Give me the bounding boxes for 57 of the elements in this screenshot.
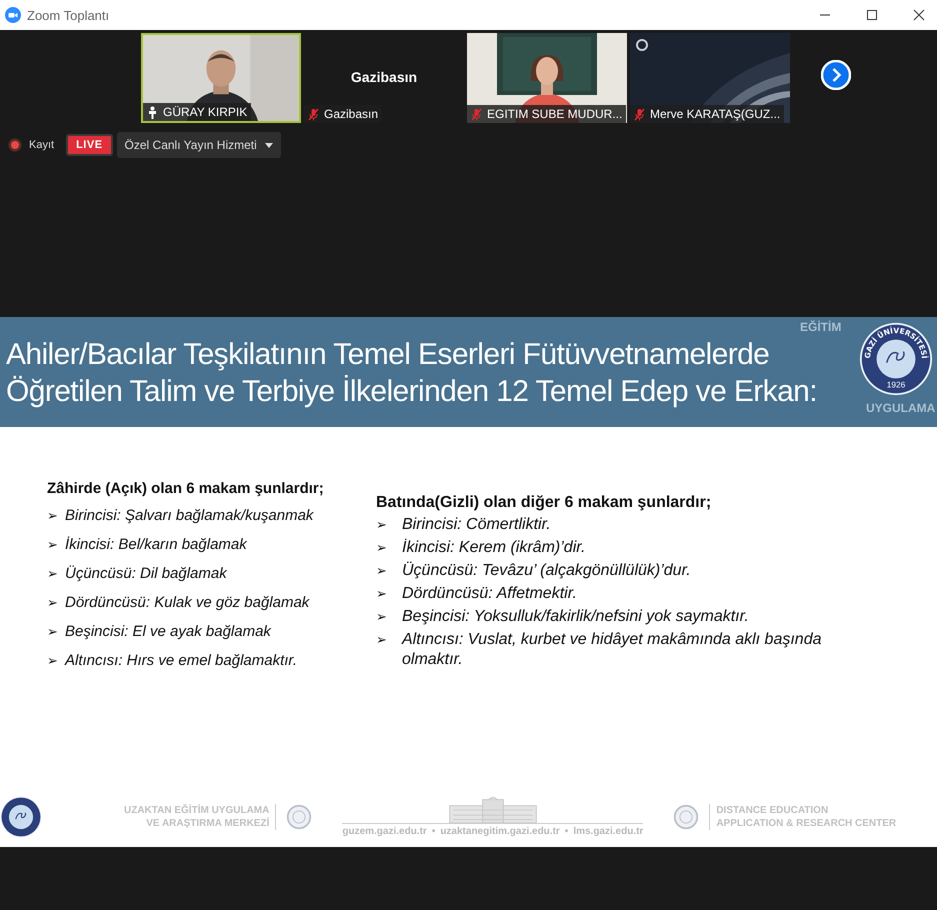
list-item-text: İkincisi: Bel/karın bağlamak — [65, 535, 247, 555]
background-word: UYGULAMA — [866, 401, 936, 415]
participant-tile[interactable]: EGITIM SUBE MUDUR... — [467, 33, 627, 123]
column-heading: Batında(Gizli) olan diğer 6 makam şunlardır; — [376, 494, 712, 512]
participant-display-name: Gazibasın — [350, 69, 418, 85]
bullet-arrow: ➢ — [47, 507, 59, 525]
separator-dot: • — [432, 826, 436, 837]
list-item-text: İkincisi: Kerem (ikrâm)’dir. — [402, 538, 586, 558]
pin-icon — [147, 106, 158, 118]
center-name-turkish: UZAKTAN EĞİTİM UYGULAMA VE ARAŞTIRMA MERKEZİ — [124, 804, 276, 830]
list-item-text: Altıncısı: Hırs ve emel bağlamaktır. — [65, 651, 298, 671]
bullet-arrow: ➢ — [376, 585, 388, 603]
list-item-text: Altıncısı: Vuslat, kurbet ve hidâyet makâmında aklı başında olmaktır. — [402, 630, 822, 670]
logo-icon — [673, 804, 700, 830]
list-item-text: Üçüncüsü: Tevâzu’ (alçakgönüllülük)’dur. — [402, 561, 691, 581]
list-item-text: Üçüncüsü: Dil bağlamak — [65, 564, 227, 584]
list-item-text: Dördüncüsü: Affetmektir. — [402, 584, 577, 604]
next-page-button[interactable] — [821, 60, 851, 90]
maximize-icon[interactable] — [866, 9, 878, 21]
list-item-text: Beşincisi: Yoksulluk/fakirlik/nefsini yok saymaktır. — [402, 607, 749, 627]
participant-name-tag: EGITIM SUBE MUDUR... — [467, 105, 626, 123]
center-name-english: DISTANCE EDUCATION APPLICATION & RESEARCH CENTER — [709, 804, 896, 830]
bullet-arrow: ➢ — [376, 631, 388, 649]
participant-tile[interactable]: Merve KARATAŞ(GUZ... — [630, 33, 790, 123]
window-title: Zoom Toplantı — [27, 8, 110, 22]
participant-tile[interactable]: GÜRAY KIRPIK — [141, 33, 301, 123]
muted-microphone-icon — [634, 108, 645, 120]
background-word: EĞİTİM — [800, 320, 842, 334]
slide-title: Ahiler/Bacılar Teşkilatının Temel Eserleri Fütüvvetnamelerde Öğretilen Talim ve Terbiye İlkelerinden 12 Temel Edep ve Erkan: — [5, 337, 817, 410]
list-item-text: Beşincisi: El ve ayak bağlamak — [65, 622, 271, 642]
muted-microphone-icon — [308, 108, 319, 120]
bullet-arrow: ➢ — [47, 623, 59, 641]
close-icon[interactable] — [913, 9, 925, 21]
university-seal — [0, 796, 42, 838]
bullet-arrow: ➢ — [376, 516, 388, 534]
muted-microphone-icon — [471, 108, 482, 120]
participant-name-tag: Merve KARATAŞ(GUZ... — [630, 105, 784, 123]
recording-label: Kayıt — [29, 139, 54, 151]
recording-icon — [8, 138, 22, 152]
bullet-arrow: ➢ — [376, 539, 388, 557]
bullet-arrow: ➢ — [47, 565, 59, 583]
participant-name-tag: GÜRAY KIRPIK — [143, 103, 252, 121]
zoom-logo-icon — [5, 7, 21, 23]
column-heading: Zâhirde (Açık) olan 6 makam şunlardır; — [47, 480, 325, 497]
live-badge: LIVE — [66, 134, 113, 156]
bullet-arrow: ➢ — [47, 594, 59, 612]
list-item-text: Dördüncüsü: Kulak ve göz bağlamak — [65, 593, 310, 613]
bullet-arrow: ➢ — [376, 608, 388, 626]
bullet-arrow: ➢ — [376, 562, 388, 580]
logo-icon — [286, 804, 312, 830]
bullet-arrow: ➢ — [47, 652, 59, 670]
separator-dot: • — [564, 826, 568, 837]
live-stream-dropdown[interactable]: Özel Canlı Yayın Hizmeti — [116, 132, 281, 158]
list-item-text: Birincisi: Şalvarı bağlamak/kuşanmak — [65, 506, 314, 526]
list-item-text: Birincisi: Cömertliktir. — [402, 515, 551, 535]
bullet-arrow: ➢ — [47, 536, 59, 554]
caret-icon — [264, 142, 273, 148]
